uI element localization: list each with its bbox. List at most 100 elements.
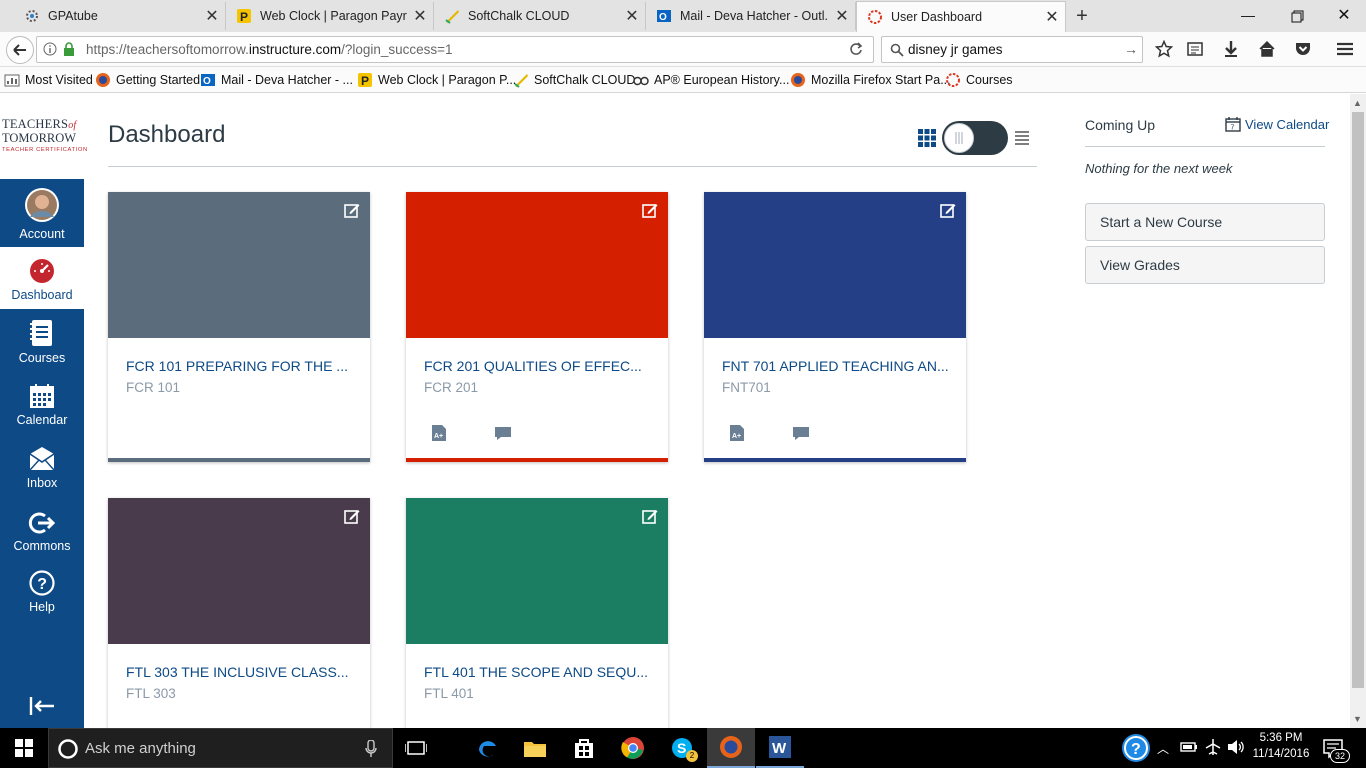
clock[interactable]: 5:36 PM 11/14/2016: [1248, 730, 1314, 766]
bookmark-label: Web Clock | Paragon P...: [378, 73, 517, 87]
sidebar-item-commons[interactable]: Commons: [0, 511, 84, 571]
card-hero[interactable]: [704, 192, 966, 338]
card-hero[interactable]: [108, 498, 370, 644]
discussions-icon[interactable]: [792, 424, 810, 442]
grades-icon[interactable]: A+: [430, 424, 448, 442]
card-view-icon[interactable]: [918, 129, 936, 147]
course-card[interactable]: FTL 401 THE SCOPE AND SEQU... FTL 401: [406, 498, 668, 728]
show-hidden-icons[interactable]: ︿: [1157, 740, 1169, 757]
page-scrollbar[interactable]: ▲ ▼: [1350, 94, 1366, 728]
close-icon[interactable]: ✕: [1039, 7, 1065, 27]
chrome-button[interactable]: [609, 728, 657, 768]
grades-icon[interactable]: A+: [728, 424, 746, 442]
scroll-up-icon[interactable]: ▲: [1353, 98, 1362, 108]
sidebar-item-dashboard[interactable]: Dashboard: [0, 247, 84, 309]
store-button[interactable]: [560, 728, 608, 768]
edit-icon[interactable]: [940, 202, 956, 218]
course-card[interactable]: FTL 303 THE INCLUSIVE CLASS... FTL 303: [108, 498, 370, 728]
firefox-button[interactable]: [707, 728, 755, 768]
edit-icon[interactable]: [344, 508, 360, 524]
menu-icon[interactable]: [1336, 40, 1354, 58]
softchalk-icon: [513, 72, 529, 88]
tab-web-clock[interactable]: P Web Clock | Paragon Payr... ✕: [226, 2, 434, 30]
view-grades-button[interactable]: View Grades: [1085, 246, 1325, 284]
bookmark-mail[interactable]: O Mail - Deva Hatcher - ...: [200, 71, 353, 89]
edge-button[interactable]: [463, 728, 511, 768]
svg-text:A+: A+: [732, 433, 741, 440]
info-icon[interactable]: [43, 42, 57, 56]
back-button[interactable]: [6, 36, 34, 64]
close-icon[interactable]: ✕: [829, 6, 855, 26]
sidebar-item-calendar[interactable]: Calendar: [0, 383, 84, 443]
card-hero[interactable]: [108, 192, 370, 338]
minimize-icon[interactable]: —: [1228, 4, 1268, 28]
edit-icon[interactable]: [642, 202, 658, 218]
cortana-search-box[interactable]: Ask me anything: [48, 728, 393, 768]
tab-softchalk[interactable]: SoftChalk CLOUD ✕: [434, 2, 646, 30]
card-action-icons: A+: [728, 424, 810, 442]
teachers-of-tomorrow-logo[interactable]: TEACHERSof TOMORROW TEACHER CERTIFICATIO…: [2, 118, 87, 158]
tab-user-dashboard[interactable]: User Dashboard ✕: [856, 1, 1066, 32]
sidebar-item-inbox[interactable]: Inbox: [0, 446, 84, 506]
download-icon[interactable]: [1223, 40, 1239, 58]
course-title[interactable]: FCR 101 PREPARING FOR THE ...: [126, 358, 354, 374]
start-button[interactable]: [0, 728, 48, 768]
tab-gpatube[interactable]: GPAtube ✕: [14, 2, 226, 30]
file-explorer-button[interactable]: [511, 728, 559, 768]
close-icon[interactable]: ✕: [619, 6, 645, 26]
course-title[interactable]: FTL 303 THE INCLUSIVE CLASS...: [126, 664, 354, 680]
sidebar-item-courses[interactable]: Courses: [0, 319, 84, 379]
search-input[interactable]: disney jr games: [908, 42, 1003, 57]
microphone-icon[interactable]: [365, 740, 377, 758]
bookmark-ap-history[interactable]: AP® European History...: [633, 71, 789, 89]
course-card[interactable]: FCR 101 PREPARING FOR THE ... FCR 101: [108, 192, 370, 462]
home-icon[interactable]: [1258, 40, 1276, 58]
bookmark-softchalk[interactable]: SoftChalk CLOUD: [513, 71, 635, 89]
sidebar-item-account[interactable]: Account: [0, 179, 84, 245]
edit-icon[interactable]: [344, 202, 360, 218]
course-title[interactable]: FTL 401 THE SCOPE AND SEQU...: [424, 664, 652, 680]
course-title[interactable]: FNT 701 APPLIED TEACHING AN...: [722, 358, 950, 374]
bookmark-firefox-start[interactable]: Mozilla Firefox Start Pa...: [790, 71, 951, 89]
list-view-icon[interactable]: [1014, 130, 1030, 146]
tab-mail[interactable]: O Mail - Deva Hatcher - Outl... ✕: [646, 2, 856, 30]
view-calendar-link[interactable]: 7 View Calendar: [1225, 116, 1329, 132]
bookmark-web-clock[interactable]: P Web Clock | Paragon P...: [357, 71, 516, 89]
search-go-icon[interactable]: →: [1124, 41, 1138, 57]
reload-icon[interactable]: [849, 42, 863, 56]
course-title[interactable]: FCR 201 QUALITIES OF EFFEC...: [424, 358, 652, 374]
collapse-nav-button[interactable]: [0, 695, 84, 719]
start-new-course-button[interactable]: Start a New Course: [1085, 203, 1325, 241]
word-icon: W: [769, 736, 791, 758]
scrollbar-thumb[interactable]: [1352, 112, 1364, 688]
restore-icon[interactable]: [1276, 4, 1316, 28]
sidebar-item-help[interactable]: ? Help: [0, 570, 84, 630]
bookmark-most-visited[interactable]: Most Visited: [4, 71, 93, 89]
discussions-icon[interactable]: [494, 424, 512, 442]
pocket-icon[interactable]: [1294, 40, 1312, 58]
close-icon[interactable]: ✕: [407, 6, 433, 26]
view-toggle-switch[interactable]: [942, 121, 1008, 155]
card-hero[interactable]: [406, 498, 668, 644]
card-hero[interactable]: [406, 192, 668, 338]
airplane-mode-icon[interactable]: [1204, 738, 1222, 756]
skype-button[interactable]: S 2: [658, 728, 706, 768]
task-view-button[interactable]: [392, 728, 440, 768]
course-card[interactable]: FNT 701 APPLIED TEACHING AN... FNT701 A+: [704, 192, 966, 462]
edit-icon[interactable]: [642, 508, 658, 524]
bookmark-courses[interactable]: Courses: [945, 71, 1013, 89]
search-bar[interactable]: disney jr games →: [881, 36, 1143, 63]
bookmark-getting-started[interactable]: Getting Started: [95, 71, 200, 89]
word-button[interactable]: W: [756, 728, 804, 768]
new-tab-icon[interactable]: +: [1070, 4, 1094, 28]
window-close-icon[interactable]: ✕: [1324, 4, 1364, 28]
course-card[interactable]: FCR 201 QUALITIES OF EFFEC... FCR 201 A+: [406, 192, 668, 462]
help-tray-button[interactable]: ?: [1121, 733, 1151, 763]
battery-icon[interactable]: [1180, 741, 1198, 753]
reading-list-icon[interactable]: [1187, 41, 1203, 57]
volume-icon[interactable]: [1227, 739, 1245, 755]
bookmark-star-icon[interactable]: [1155, 40, 1173, 58]
scroll-down-icon[interactable]: ▼: [1353, 714, 1362, 724]
url-bar[interactable]: https://teachersoftomorrow.instructure.c…: [36, 36, 874, 63]
close-icon[interactable]: ✕: [199, 6, 225, 26]
